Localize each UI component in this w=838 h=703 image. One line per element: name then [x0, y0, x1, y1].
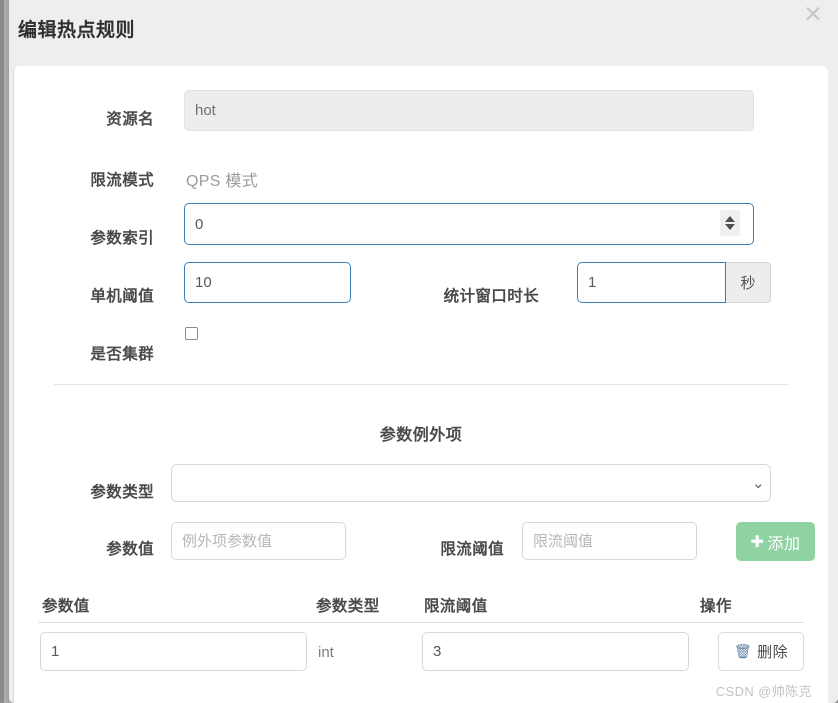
table-header-divider: [38, 622, 804, 623]
param-index-label: 参数索引: [90, 230, 154, 247]
window-duration-input[interactable]: [577, 262, 726, 303]
param-index-input[interactable]: [184, 203, 754, 245]
trash-icon: 🗑: [733, 643, 753, 660]
watermark: CSDN @帅陈克: [715, 684, 812, 699]
exception-section-title: 参数例外项: [379, 427, 463, 444]
flow-mode-label: 限流模式: [90, 172, 154, 189]
row-param-value-input[interactable]: [40, 632, 307, 671]
single-threshold-label: 单机阈值: [90, 288, 154, 305]
resource-input: [184, 90, 754, 131]
dialog-title: 编辑热点规则: [18, 20, 136, 41]
table-header-limit-threshold: 限流阈值: [424, 598, 488, 615]
add-exception-button-label: 添加: [767, 535, 801, 553]
exception-limit-threshold-label: 限流阈值: [440, 541, 504, 558]
caret-up-icon[interactable]: [725, 216, 735, 222]
close-icon[interactable]: ✕: [799, 1, 827, 29]
is-cluster-label: 是否集群: [90, 346, 154, 363]
row-limit-threshold-input[interactable]: [422, 632, 689, 671]
exception-limit-threshold-input[interactable]: [522, 522, 697, 560]
param-index-stepper[interactable]: [720, 210, 740, 236]
edit-hotspot-rule-dialog: 编辑热点规则 ✕ 资源名 限流模式 QPS 模式 参数索引 单机阈值 统计窗口时: [9, 0, 838, 703]
row-delete-button-label: 删除: [757, 644, 789, 661]
dialog-body: 资源名 限流模式 QPS 模式 参数索引 单机阈值 统计窗口时长 秒: [13, 66, 828, 703]
resource-label: 资源名: [106, 111, 154, 128]
exception-param-value-label: 参数值: [106, 541, 154, 558]
row-delete-button[interactable]: 🗑 删除: [718, 632, 804, 671]
window-duration-label: 统计窗口时长: [443, 288, 539, 305]
plus-icon: ✚: [750, 533, 765, 551]
exception-param-value-input[interactable]: [171, 522, 346, 560]
single-threshold-input[interactable]: [184, 262, 351, 303]
table-header-action: 操作: [700, 598, 732, 615]
is-cluster-checkbox[interactable]: [185, 327, 198, 340]
dialog-header: 编辑热点规则 ✕: [9, 0, 838, 66]
flow-mode-value: QPS 模式: [186, 173, 259, 190]
table-header-param-type: 参数类型: [316, 598, 380, 615]
section-divider: [54, 384, 789, 385]
caret-down-icon[interactable]: [725, 224, 735, 230]
window-duration-unit: 秒: [726, 262, 771, 303]
add-exception-button[interactable]: ✚ 添加: [736, 522, 815, 561]
row-param-type-value: int: [318, 644, 334, 661]
table-header-param-value: 参数值: [42, 598, 90, 615]
param-type-label: 参数类型: [90, 484, 154, 501]
param-type-select[interactable]: intlongStringdoublefloatcharbyteboolean: [171, 464, 771, 502]
